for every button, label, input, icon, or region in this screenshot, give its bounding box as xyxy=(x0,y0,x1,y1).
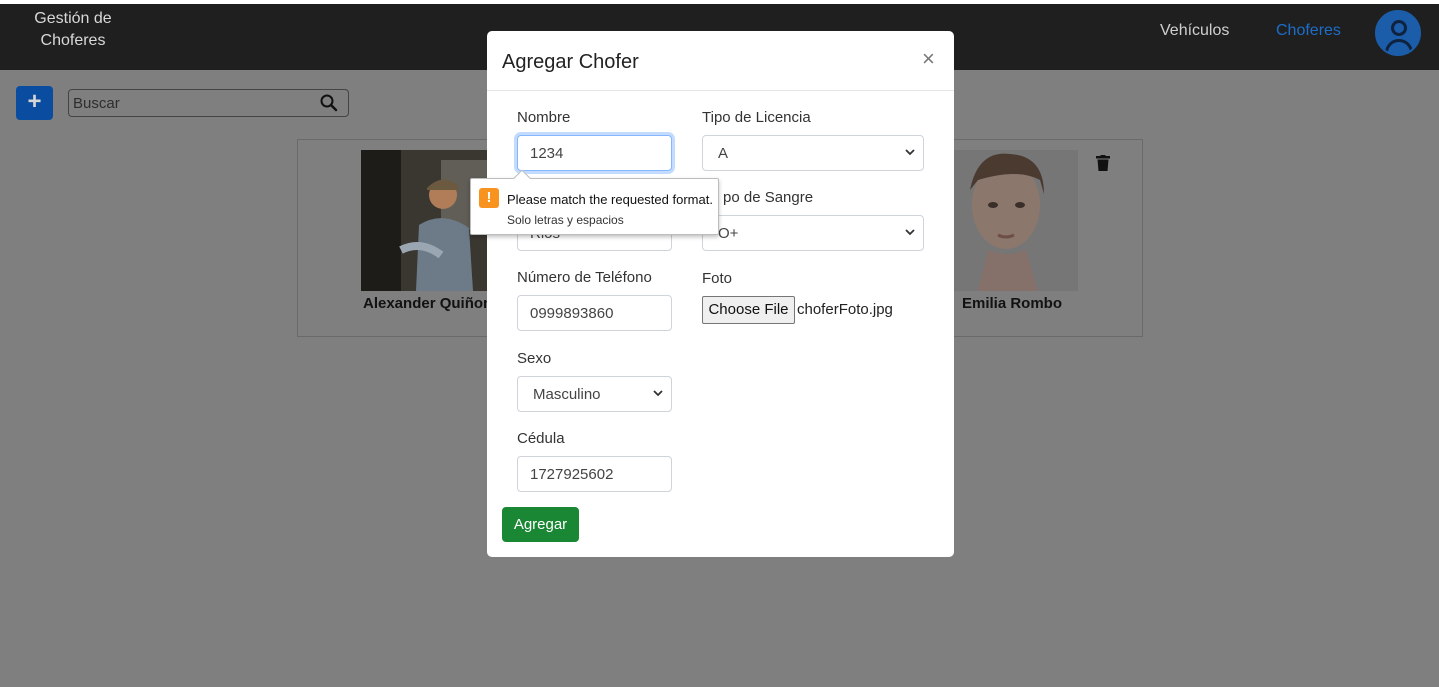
nav-link-choferes[interactable]: Choferes xyxy=(1276,22,1341,40)
licencia-label: Tipo de Licencia xyxy=(702,109,811,126)
chofer-name: Alexander Quiñon xyxy=(363,295,493,312)
warning-icon: ! xyxy=(479,188,499,208)
modal-title: Agregar Chofer xyxy=(502,51,639,73)
chofer-photo xyxy=(948,150,1078,291)
app-brand[interactable]: Gestión de Choferes xyxy=(28,8,118,52)
search-input[interactable] xyxy=(71,91,311,115)
search-box xyxy=(68,89,349,117)
cedula-field[interactable] xyxy=(517,456,672,492)
nav-link-vehiculos[interactable]: Vehículos xyxy=(1160,22,1229,40)
agregar-chofer-modal: Agregar Chofer × Nombre Número de Teléfo… xyxy=(487,31,954,557)
trash-icon[interactable] xyxy=(1096,155,1110,171)
selected-file-name: choferFoto.jpg xyxy=(797,301,893,318)
licencia-select-value: A xyxy=(718,145,729,162)
chofer-name: Emilia Rombo xyxy=(962,295,1063,312)
agregar-button[interactable]: Agregar xyxy=(502,507,579,542)
choose-file-button[interactable]: Choose File xyxy=(702,296,795,324)
add-chofer-button[interactable]: + xyxy=(16,86,53,120)
sangre-label: po de Sangre xyxy=(723,189,814,206)
validation-message: Please match the requested format. xyxy=(507,192,713,207)
cedula-label: Cédula xyxy=(517,430,565,447)
chevron-down-icon xyxy=(905,229,915,236)
avatar-head xyxy=(1391,20,1407,36)
telefono-field[interactable] xyxy=(517,295,672,331)
avatar-body xyxy=(1385,39,1413,54)
search-icon[interactable] xyxy=(319,93,339,113)
validation-detail: Solo letras y espacios xyxy=(507,213,624,227)
sangre-select[interactable]: O+ xyxy=(702,215,924,251)
sexo-label: Sexo xyxy=(517,350,552,367)
sexo-select-value: Masculino xyxy=(533,386,601,403)
nombre-label: Nombre xyxy=(517,109,571,126)
validation-tooltip: ! Please match the requested format. Sol… xyxy=(470,169,719,235)
sangre-select-value: O+ xyxy=(718,225,739,242)
foto-label: Foto xyxy=(702,270,733,287)
telefono-label: Número de Teléfono xyxy=(517,269,652,286)
driver-photo-illustration xyxy=(948,150,1078,291)
sexo-select[interactable]: Masculino xyxy=(517,376,672,412)
modal-header: Agregar Chofer × xyxy=(487,31,954,91)
user-avatar-icon[interactable] xyxy=(1375,10,1421,56)
close-icon[interactable]: × xyxy=(922,48,935,70)
nombre-field[interactable] xyxy=(517,135,672,171)
chevron-down-icon xyxy=(653,390,663,397)
licencia-select[interactable]: A xyxy=(702,135,924,171)
chevron-down-icon xyxy=(905,149,915,156)
